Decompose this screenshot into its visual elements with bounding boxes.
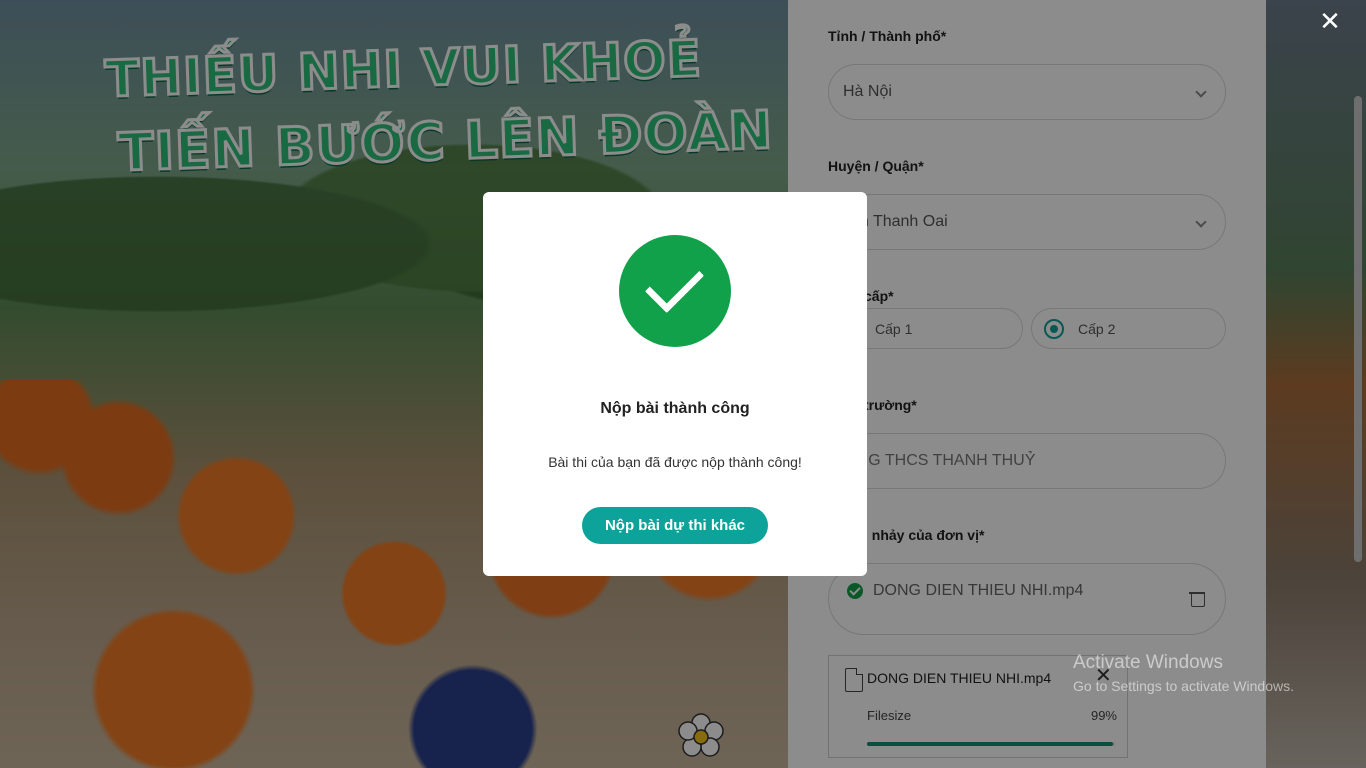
modal-title: Nộp bài thành công (600, 400, 750, 417)
close-icon[interactable]: ✕ (1318, 8, 1342, 34)
watermark-line1: Activate Windows (1073, 652, 1223, 673)
submit-another-button[interactable]: Nộp bài dự thi khác (582, 507, 768, 544)
watermark-line2: Go to Settings to activate Windows. (1073, 678, 1294, 694)
success-modal: Nộp bài thành công Bài thi của bạn đã đư… (483, 192, 867, 576)
modal-message: Bài thi của bạn đã được nộp thành công! (548, 454, 802, 470)
windows-activation-watermark: Activate Windows Go to Settings to activ… (1073, 652, 1294, 694)
check-circle-icon (619, 235, 731, 347)
